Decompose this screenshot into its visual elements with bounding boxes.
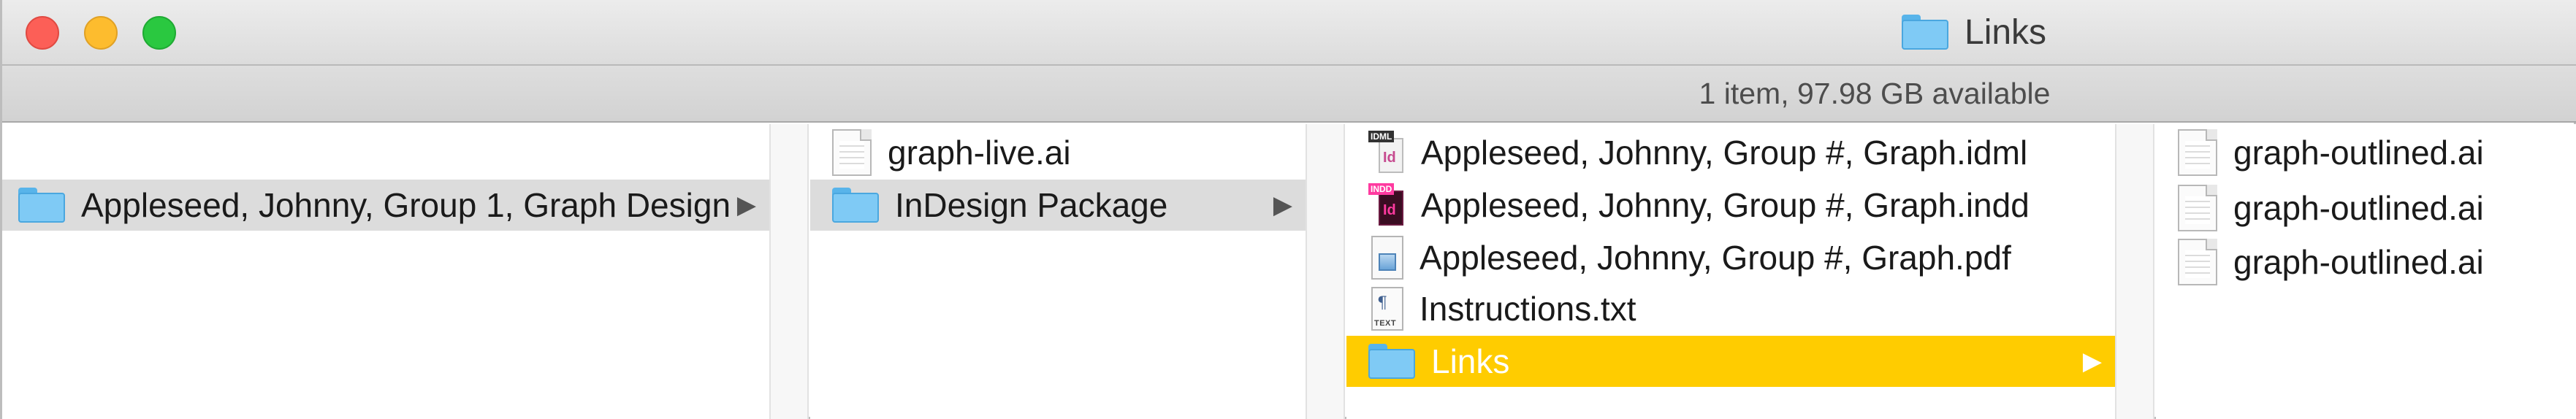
pdf-icon bbox=[1371, 236, 1403, 280]
list-item-idml[interactable]: Id IDML Appleseed, Johnny, Group #, Grap… bbox=[1346, 127, 2115, 178]
folder-icon bbox=[1368, 344, 1415, 379]
list-item-indesign-package[interactable]: InDesign Package ▶ bbox=[810, 180, 1306, 231]
list-item-graph-outlined[interactable]: graph-outlined.ai bbox=[2156, 237, 2576, 288]
column-divider[interactable] bbox=[1306, 124, 1345, 419]
folder-icon bbox=[1902, 15, 1948, 50]
list-item-label: InDesign Package bbox=[895, 186, 1168, 224]
column-3[interactable]: Id IDML Appleseed, Johnny, Group #, Grap… bbox=[1346, 124, 2115, 419]
list-item-label: graph-outlined.ai bbox=[2233, 134, 2484, 172]
disclosure-arrow-icon: ▶ bbox=[736, 191, 756, 219]
list-item-label: Appleseed, Johnny, Group #, Graph.pdf bbox=[1420, 239, 2011, 277]
status-text: 1 item, 97.98 GB available bbox=[1699, 76, 2051, 110]
disclosure-arrow-icon: ▶ bbox=[2082, 347, 2102, 375]
list-item-label: Appleseed, Johnny, Group #, Graph.idml bbox=[1421, 134, 2028, 172]
list-item-instructions[interactable]: ¶ TEXT Instructions.txt bbox=[1346, 283, 2115, 334]
ai-document-icon bbox=[2178, 129, 2217, 176]
list-item-graph-live[interactable]: graph-live.ai bbox=[810, 127, 1306, 178]
list-item-graph-outlined[interactable]: graph-outlined.ai bbox=[2156, 127, 2576, 178]
idml-icon: Id IDML bbox=[1368, 131, 1405, 174]
list-item-graph-outlined[interactable]: graph-outlined.ai bbox=[2156, 182, 2576, 234]
folder-icon bbox=[832, 188, 879, 223]
column-divider[interactable] bbox=[769, 124, 809, 419]
list-item-pdf[interactable]: Appleseed, Johnny, Group #, Graph.pdf bbox=[1346, 232, 2115, 283]
list-item-label: graph-outlined.ai bbox=[2233, 243, 2484, 281]
column-1[interactable]: Appleseed, Johnny, Group 1, Graph Design… bbox=[2, 124, 769, 419]
list-item-label: graph-outlined.ai bbox=[2233, 189, 2484, 227]
finder-window: Links 1 item, 97.98 GB available Applese… bbox=[0, 0, 2576, 419]
window-title-text: Links bbox=[1965, 12, 2047, 52]
list-item-label: Links bbox=[1431, 342, 1510, 380]
list-item-label: Appleseed, Johnny, Group #, Graph.indd bbox=[1421, 186, 2030, 224]
status-bar: 1 item, 97.98 GB available bbox=[2, 66, 2576, 123]
folder-icon bbox=[18, 188, 65, 223]
window-title: Links bbox=[1902, 10, 2046, 54]
ai-document-icon bbox=[2178, 239, 2217, 285]
column-divider[interactable] bbox=[2115, 124, 2154, 419]
zoom-button[interactable] bbox=[142, 16, 176, 50]
column-4[interactable]: graph-outlined.ai graph-outlined.ai grap… bbox=[2156, 124, 2576, 419]
list-item-links-folder[interactable]: Links ▶ bbox=[1346, 336, 2115, 387]
disclosure-arrow-icon: ▶ bbox=[1273, 191, 1292, 219]
column-2[interactable]: graph-live.ai InDesign Package ▶ bbox=[810, 124, 1306, 419]
list-item-group-folder[interactable]: Appleseed, Johnny, Group 1, Graph Design… bbox=[2, 180, 769, 231]
title-bar[interactable]: Links bbox=[2, 0, 2576, 66]
indd-icon: Id INDD bbox=[1368, 183, 1405, 227]
minimize-button[interactable] bbox=[84, 16, 118, 50]
close-button[interactable] bbox=[26, 16, 59, 50]
ai-document-icon bbox=[832, 129, 872, 176]
list-item-label: Appleseed, Johnny, Group 1, Graph Design bbox=[81, 186, 731, 224]
ai-document-icon bbox=[2178, 185, 2217, 231]
list-item-indd[interactable]: Id INDD Appleseed, Johnny, Group #, Grap… bbox=[1346, 180, 2115, 231]
list-item-label: graph-live.ai bbox=[888, 134, 1071, 172]
text-file-icon: ¶ TEXT bbox=[1371, 287, 1403, 331]
list-item-label: Instructions.txt bbox=[1420, 290, 1636, 328]
